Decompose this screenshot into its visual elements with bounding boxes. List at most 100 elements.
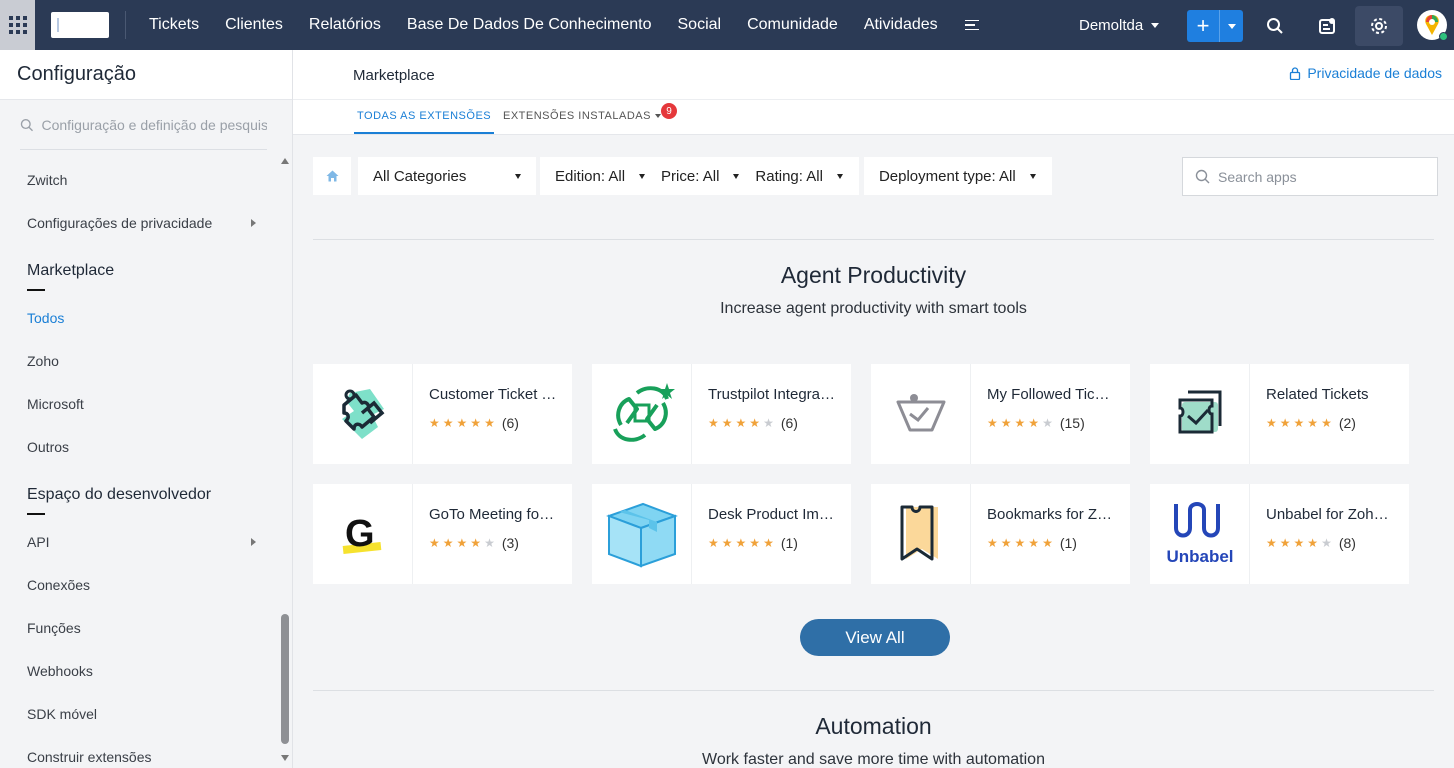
search-apps-field[interactable]: Search apps: [1182, 157, 1438, 196]
privacy-link-label: Privacidade de dados: [1307, 65, 1442, 81]
app-card[interactable]: Bookmarks for Zoho Desk ★★★★★ (1): [871, 484, 1130, 584]
nav-comunidade[interactable]: Comunidade: [734, 16, 851, 34]
sidebar-item-outros[interactable]: Outros: [0, 425, 278, 468]
app-logo: [592, 484, 692, 584]
nav-base-conhecimento[interactable]: Base De Dados De Conhecimento: [394, 16, 665, 34]
app-logo: [313, 364, 413, 464]
app-card[interactable]: Trustpilot Integration ★ ★ ★ ★ ★ (6): [592, 364, 851, 464]
star-icon: ★: [749, 416, 761, 430]
rating-filter[interactable]: Rating: All: [743, 157, 859, 195]
online-status-dot: [1439, 32, 1448, 41]
user-avatar[interactable]: [1417, 10, 1448, 41]
main-panel: Marketplace Privacidade de dados TODAS A…: [293, 50, 1454, 768]
trustpilot-icon: [612, 383, 675, 442]
sidebar-search-input[interactable]: Configuração e definição de pesquisa: [41, 117, 267, 133]
sidebar-item-todos[interactable]: Todos: [0, 296, 278, 339]
sidebar-section-developer: Espaço do desenvolvedor: [0, 468, 278, 520]
app-card-body: Related Tickets ★ ★ ★ ★ ★ (2): [1250, 364, 1409, 464]
chevron-right-icon: [251, 537, 256, 546]
app-card[interactable]: Customer Ticket Timeline ★★★★★ (6): [313, 364, 572, 464]
app-card[interactable]: Related Tickets ★ ★ ★ ★ ★ (2): [1150, 364, 1409, 464]
deployment-filter[interactable]: Deployment type: All: [863, 157, 1052, 195]
star-icon: ★: [429, 536, 440, 550]
app-card[interactable]: My Followed Tickets ★ ★ ★ ★ ★ (15): [871, 364, 1130, 464]
sidebar-item-label: Zwitch: [27, 171, 68, 188]
rating-count: (1): [1059, 535, 1077, 551]
rating-count: (1): [780, 535, 798, 551]
nav-atividades[interactable]: Atividades: [851, 16, 951, 34]
ticket-icon: [341, 389, 384, 439]
org-name: Demoltda: [1079, 16, 1144, 34]
scroll-down-icon[interactable]: [281, 755, 289, 761]
price-filter-label: Price: All: [661, 167, 720, 185]
main-header: Marketplace Privacidade de dados: [293, 50, 1454, 100]
star-icon: ★: [484, 536, 495, 550]
sidebar-item-api[interactable]: API: [0, 520, 278, 563]
star-icon: ★: [1279, 536, 1291, 550]
tab-all-extensions[interactable]: TODAS AS EXTENSÕES: [353, 110, 495, 134]
add-dropdown-button[interactable]: [1219, 10, 1243, 42]
svg-text:G: G: [345, 513, 375, 555]
edition-filter[interactable]: Edition: All: [540, 157, 650, 195]
star-icon: ★: [1014, 536, 1026, 550]
nav-clientes[interactable]: Clientes: [212, 16, 296, 34]
sidebar-item-sdk[interactable]: SDK móvel: [0, 692, 278, 735]
notifications-button[interactable]: [1311, 10, 1343, 42]
sidebar-search[interactable]: Configuração e definição de pesquisa: [20, 100, 267, 150]
main-nav: Tickets Clientes Relatórios Base De Dado…: [136, 16, 979, 34]
view-all-button[interactable]: View All: [800, 619, 950, 656]
app-card[interactable]: G GoTo Meeting for Zoho Desk ★★★★★ (3): [313, 484, 572, 584]
sidebar-item-microsoft[interactable]: Microsoft: [0, 382, 278, 425]
star-icon: ★: [987, 536, 998, 550]
app-logo: [871, 484, 971, 584]
more-nav-icon[interactable]: [964, 19, 979, 31]
search-apps-input[interactable]: Search apps: [1218, 169, 1297, 185]
tab-installed-extensions[interactable]: EXTENSÕES INSTALADAS: [503, 110, 661, 122]
app-card[interactable]: Desk Product Importer ★★★★★ (1): [592, 484, 851, 584]
app-rating: ★ ★ ★ ★ ★ (1): [987, 535, 1130, 551]
sidebar-item-privacy[interactable]: Configurações de privacidade: [0, 201, 278, 244]
org-switcher[interactable]: Demoltda: [1079, 0, 1160, 50]
feed-icon: [1319, 18, 1335, 34]
plus-icon[interactable]: +: [1187, 10, 1219, 42]
star-icon: ★: [1014, 416, 1026, 430]
star-icon: ★: [1042, 416, 1053, 430]
sidebar-item-webhooks[interactable]: Webhooks: [0, 649, 278, 692]
app-card-body: Desk Product Importer ★★★★★ (1): [692, 484, 851, 584]
app-name: My Followed Tickets: [987, 386, 1117, 403]
home-button[interactable]: [313, 157, 351, 195]
app-logo: [871, 364, 971, 464]
nav-relatorios[interactable]: Relatórios: [296, 16, 394, 34]
gear-icon: [1371, 18, 1387, 34]
rating-count: (6): [780, 415, 798, 431]
sidebar-item-construir[interactable]: Construir extensões: [0, 735, 278, 768]
sidebar-item-funcoes[interactable]: Funções: [0, 606, 278, 649]
sidebar-item-zwitch[interactable]: Zwitch: [0, 158, 278, 201]
section-title-automation: Automation: [815, 713, 932, 739]
sidebar-item-label: Todos: [27, 309, 65, 326]
marketplace-content: All Categories Edition: All Price: All R…: [293, 135, 1454, 768]
app-grid-button[interactable]: [0, 0, 35, 50]
star-icon: ★: [484, 416, 495, 430]
app-card-body: Customer Ticket Timeline ★★★★★ (6): [413, 364, 572, 464]
add-button[interactable]: +: [1187, 10, 1243, 42]
nav-social[interactable]: Social: [665, 16, 735, 34]
search-button[interactable]: [1259, 10, 1291, 42]
privacy-link[interactable]: Privacidade de dados: [1289, 65, 1442, 81]
rating-filter-label: Rating: All: [755, 167, 823, 185]
sidebar-item-zoho[interactable]: Zoho: [0, 339, 278, 382]
price-filter[interactable]: Price: All: [649, 157, 744, 195]
app-card[interactable]: Unbabel Unbabel for Zoho Desk ★★★★★ (8): [1150, 484, 1409, 584]
goto-icon: G: [342, 513, 381, 555]
lock-icon: [1290, 66, 1301, 80]
deployment-filter-label: Deployment type: All: [878, 167, 1016, 185]
sidebar-scrollbar[interactable]: [280, 158, 290, 768]
scroll-thumb[interactable]: [281, 614, 289, 744]
nav-tickets[interactable]: Tickets: [136, 16, 212, 34]
category-filter[interactable]: All Categories: [358, 157, 536, 195]
star-icon: ★: [1028, 536, 1040, 550]
scroll-up-icon[interactable]: [281, 158, 289, 164]
sidebar-item-conexoes[interactable]: Conexões: [0, 563, 278, 606]
settings-button[interactable]: [1355, 6, 1403, 46]
company-logo[interactable]: [51, 12, 109, 38]
